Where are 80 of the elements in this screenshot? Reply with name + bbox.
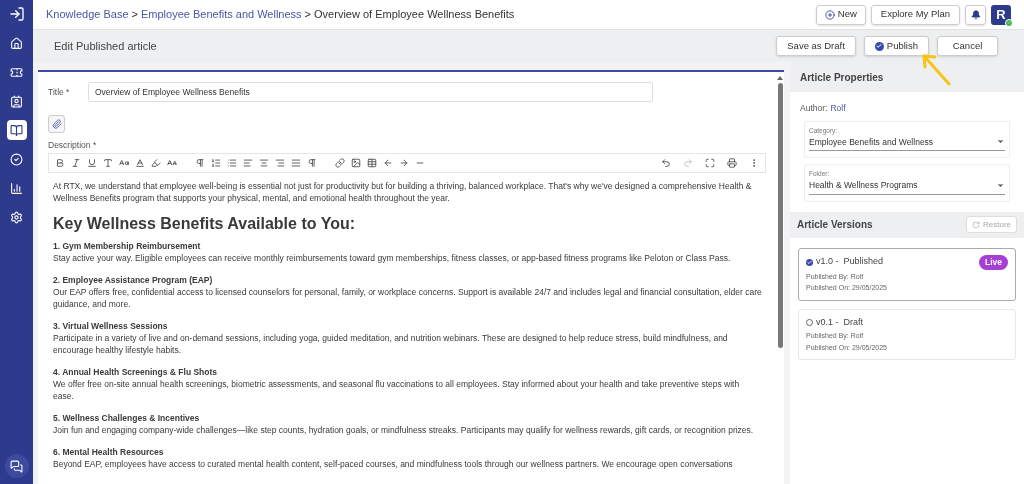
notification-button[interactable] <box>965 4 986 25</box>
outdent-icon[interactable] <box>383 157 393 168</box>
breadcrumb-link[interactable]: Employee Benefits and Wellness <box>141 6 302 23</box>
image-icon[interactable] <box>351 157 361 168</box>
section-body: Participate in a variety of live and on-demand sessions, including yoga, guided meditation, and nutrition webinars. These are designed to help reduce stress, build mindfulness, and encourage healthy lifestyle habits. <box>53 331 729 356</box>
paragraph-format-icon[interactable] <box>307 157 317 168</box>
fullscreen-icon[interactable] <box>705 157 715 168</box>
bell-icon <box>970 9 981 20</box>
panel-title: Article Versions <box>797 218 874 233</box>
link-icon[interactable] <box>335 157 345 168</box>
publish-button[interactable]: Publish <box>863 36 929 56</box>
section-title: 4. Annual Health Screenings & Flu Shots <box>53 365 219 378</box>
settings-icon <box>10 210 23 224</box>
selected-radio-icon <box>806 258 813 266</box>
section-title: 1. Gym Membership Reimbursement <box>53 239 202 252</box>
book-icon <box>10 123 23 137</box>
contact-card-icon <box>10 94 23 108</box>
ticket-icon <box>10 65 23 79</box>
breadcrumb-separator: > <box>131 7 138 23</box>
avatar[interactable]: R <box>991 4 1011 25</box>
section-body: Stay active your way. Eligible employees can receive monthly reimbursements toward gym memberships, fitness classes, or app-based fitness programs like Peloton or Class Pass. <box>53 251 732 264</box>
undo-icon[interactable] <box>661 157 671 168</box>
print-icon[interactable] <box>727 157 737 168</box>
plan-button[interactable]: Explore My Plan <box>870 4 960 25</box>
breadcrumb-link[interactable]: Knowledge Base <box>46 6 129 23</box>
table-icon[interactable] <box>367 157 377 168</box>
title-label: Title * <box>48 85 71 99</box>
online-status-icon <box>1005 18 1013 27</box>
header-button[interactable]: Cancel <box>937 36 998 56</box>
content-heading: Key Wellness Benefits Available to You: <box>53 213 356 234</box>
chat-icon <box>10 459 23 473</box>
live-badge: Live <box>979 254 1008 270</box>
page-title: Edit Published article <box>54 38 158 54</box>
ordered-list-icon[interactable] <box>211 157 221 168</box>
description-label: Description * <box>48 139 98 152</box>
text-fill-icon[interactable] <box>135 157 145 168</box>
section-title: 6. Mental Health Resources <box>53 445 165 458</box>
sidebar-item[interactable] <box>6 120 27 140</box>
section-body: Our EAP offers free, confidential access to licensed counselors for personal, family, or workplace concerns. Support is available 24/7 and includes legal and financial consultation, elder care guidance, and more. <box>53 285 762 310</box>
italic-icon[interactable] <box>71 157 81 168</box>
breadcrumb-separator: > <box>304 7 312 23</box>
version-status: Draft <box>843 315 865 329</box>
version-number: v0.1 - <box>816 315 839 329</box>
indent-icon[interactable] <box>399 157 409 168</box>
version-status: Published <box>843 255 885 269</box>
chat-button[interactable] <box>4 454 29 478</box>
breadcrumb-current: Overview of Employee Wellness Benefits <box>314 7 515 23</box>
section-body: Join fun and engaging company-wide challenges—like step counts, hydration goals, or mindfulness streaks. Participants may qualify for wellness rewards, gift cards, or recognition prizes. <box>53 423 755 436</box>
section-title: 3. Virtual Wellness Sessions <box>53 319 169 332</box>
plus-circle-icon <box>824 9 835 20</box>
font-size-icon[interactable] <box>119 157 129 168</box>
text-style-icon[interactable] <box>167 157 177 168</box>
bold-icon[interactable] <box>55 157 65 168</box>
field-value: Health & Wellness Programs <box>809 179 919 192</box>
attach-button[interactable] <box>48 115 65 133</box>
version-number: v1.0 - <box>816 255 839 269</box>
highlighter-icon[interactable] <box>151 157 161 168</box>
check-badge-icon <box>874 41 884 51</box>
section-body: Beyond EAP, employees have access to curated mental health content, self-paced courses, and mindfulness tools through our wellness partners. We encourage open conversations <box>53 457 734 470</box>
pointer-arrow-icon <box>920 52 952 86</box>
new-button[interactable]: New <box>815 4 866 25</box>
bar-chart-icon <box>10 181 23 195</box>
section-title: 2. Employee Assistance Program (EAP) <box>53 273 214 286</box>
paragraph-icon[interactable] <box>195 157 205 168</box>
paperclip-icon <box>51 119 62 129</box>
refresh-icon <box>972 220 980 229</box>
font-color-icon[interactable] <box>103 157 113 168</box>
section-title: 5. Wellness Challenges & Incentives <box>53 411 201 424</box>
author-label: Author: <box>800 102 828 115</box>
check-circle-icon <box>10 152 23 166</box>
header-button[interactable]: Save as Draft <box>776 36 856 56</box>
field-value: Employee Benefits and Wellness <box>809 135 935 149</box>
author-link[interactable]: Rolf <box>830 102 846 115</box>
intro-paragraph: At RTX, we understand that employee well-being is essential not just for productivity but for building a thriving, balanced workplace. That's why we've designed a comprehensive Health & Wellness Benefits program that supports your physical, mental, and emotional health throughout the year. <box>53 179 753 204</box>
panel-title: Article Properties <box>800 70 884 85</box>
underline-icon[interactable] <box>87 157 97 168</box>
home-icon <box>10 36 23 50</box>
section-body: We offer free on-site annual health screenings, biometric assessments, and seasonal flu vaccinations to all employees. Stay informed about your health and take preventive steps with ease. <box>53 377 741 402</box>
logo-icon <box>8 6 25 22</box>
title-field[interactable]: Overview of Employee Wellness Benefits <box>88 82 653 102</box>
